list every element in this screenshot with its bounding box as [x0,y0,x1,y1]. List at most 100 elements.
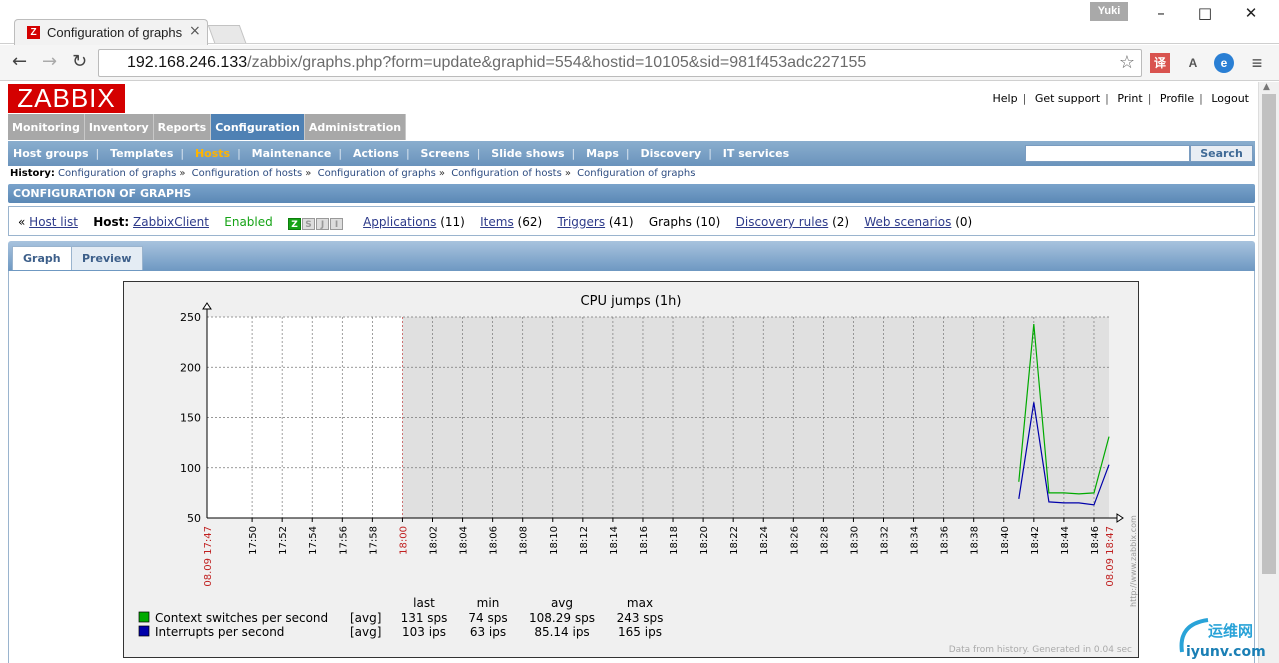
zabbix-url-text: http://www.zabbix.com [1129,515,1138,607]
search-input[interactable] [1025,145,1190,162]
zabbix-agent-availability-icon: Z [288,218,302,230]
legend-series-name: Interrupts per second [155,625,284,639]
menu-monitoring[interactable]: Monitoring [8,114,85,140]
host-status[interactable]: Enabled [224,215,273,229]
help-link[interactable]: Help [993,92,1018,105]
x-tick-label: 17:56 [338,526,349,555]
host-list-link[interactable]: Host list [29,215,78,229]
submenu-hosts[interactable]: Hosts [195,147,230,160]
edge-extension-icon[interactable]: e [1214,53,1234,73]
submenu-actions[interactable]: Actions [353,147,399,160]
tab-close-icon[interactable]: × [189,23,201,39]
legend-color-swatch [138,611,150,623]
submenu-host-groups[interactable]: Host groups [13,147,89,160]
close-window-icon[interactable]: ✕ [1236,4,1266,24]
applications-count: (11) [440,215,465,229]
snmp-availability-icon: S [302,218,316,230]
x-tick-label: 18:42 [1030,526,1041,555]
menu-inventory[interactable]: Inventory [84,114,154,140]
back-arrow-icon[interactable]: ← [12,51,27,72]
tab-graph[interactable]: Graph [12,246,72,270]
url-text[interactable]: 192.168.246.133/zabbix/graphs.php?form=u… [127,54,866,72]
y-tick-label: 100 [180,462,201,475]
history-label: History: [10,168,55,179]
discovery-rules-link[interactable]: Discovery rules [736,215,829,229]
browser-titlebar: Z Configuration of graphs × Yuki – □ ✕ [0,0,1279,45]
history-item[interactable]: Configuration of hosts [451,168,562,179]
submenu-slide-shows[interactable]: Slide shows [491,147,564,160]
watermark-en-text: iyunv.com [1186,644,1266,660]
get-support-link[interactable]: Get support [1035,92,1100,105]
page-scrollbar[interactable]: ▲ [1258,82,1279,663]
print-link[interactable]: Print [1117,92,1142,105]
scrollbar-thumb[interactable] [1262,94,1276,574]
graph-footer-text: Data from history. Generated in 0.04 sec [949,645,1132,655]
x-tick-label: 18:20 [699,526,710,555]
browser-menu-icon[interactable]: ≡ [1247,53,1267,73]
applications-link[interactable]: Applications [363,215,436,229]
triggers-link[interactable]: Triggers [557,215,605,229]
back-chevron-icon: « [18,215,26,229]
items-count: (62) [517,215,543,229]
forward-arrow-icon[interactable]: → [42,51,57,72]
submenu-maintenance[interactable]: Maintenance [252,147,332,160]
minimize-icon[interactable]: – [1146,4,1176,24]
menu-configuration[interactable]: Configuration [211,114,305,140]
submenu-templates[interactable]: Templates [110,147,173,160]
legend-header: avg [551,596,573,610]
bookmark-star-icon[interactable]: ☆ [1119,52,1135,73]
translate-extension-icon[interactable]: 译 [1150,53,1170,73]
maximize-icon[interactable]: □ [1190,4,1220,24]
x-axis-arrow-icon [1116,513,1124,523]
legend-min-value: 63 ips [470,625,506,639]
submenu-screens[interactable]: Screens [421,147,470,160]
web-scenarios-link[interactable]: Web scenarios [864,215,951,229]
legend-max-value: 243 sps [617,611,664,625]
x-tick-label: 18:34 [910,526,921,555]
submenu-it-services[interactable]: IT services [723,147,789,160]
legend-last-value: 131 sps [401,611,448,625]
y-tick-label: 200 [180,361,201,374]
history-item[interactable]: Configuration of graphs [577,168,695,179]
x-tick-label: 18:26 [789,526,800,555]
graphs-count: (10) [695,215,721,229]
legend-avg-value: 85.14 ips [534,625,589,639]
jmx-availability-icon: J [316,218,330,230]
profile-link[interactable]: Profile [1160,92,1194,105]
tab-preview[interactable]: Preview [71,246,143,270]
menu-administration[interactable]: Administration [304,114,407,140]
legend-header: last [413,596,435,610]
zabbix-logo[interactable]: ZABBIX [8,84,125,113]
browser-tab[interactable]: Z Configuration of graphs × [14,19,208,45]
reload-icon[interactable]: ↻ [72,51,87,72]
new-tab-button[interactable] [207,25,247,43]
breadcrumb: History: Configuration of graphs» Config… [10,168,696,179]
graphs-label: Graphs [648,215,692,229]
tools-extension-icon[interactable]: A [1183,53,1203,73]
graph-preview: CPU jumps (1h) 50 100 150 200 250 17:50 17:52 17… [123,281,1139,658]
history-item[interactable]: Configuration of hosts [192,168,303,179]
legend-func: [avg] [350,625,381,639]
menu-reports[interactable]: Reports [153,114,212,140]
main-menu: Monitoring Inventory Reports Configurati… [8,114,407,140]
history-item[interactable]: Configuration of graphs [318,168,436,179]
x-tick-label: 18:22 [729,526,740,555]
scroll-up-icon[interactable]: ▲ [1263,82,1270,92]
sub-menu: Host groups | Templates | Hosts | Maintenan… [8,141,1255,166]
x-tick-label: 17:52 [278,526,289,555]
items-link[interactable]: Items [480,215,514,229]
chart-title: CPU jumps (1h) [581,294,682,309]
address-bar[interactable]: 192.168.246.133/zabbix/graphs.php?form=u… [98,49,1142,77]
submenu-discovery[interactable]: Discovery [640,147,701,160]
x-tick-label: 18:10 [549,526,560,555]
submenu-maps[interactable]: Maps [586,147,619,160]
search-button[interactable]: Search [1190,145,1253,162]
host-name-link[interactable]: ZabbixClient [133,215,209,229]
browser-user-badge[interactable]: Yuki [1090,2,1128,21]
history-item[interactable]: Configuration of graphs [58,168,176,179]
x-tick-label: 17:58 [368,526,379,555]
x-tick-label: 18:32 [880,526,891,555]
x-tick-label: 18:00 [398,526,409,555]
x-tick-label: 18:46 [1090,526,1101,555]
logout-link[interactable]: Logout [1211,92,1249,105]
